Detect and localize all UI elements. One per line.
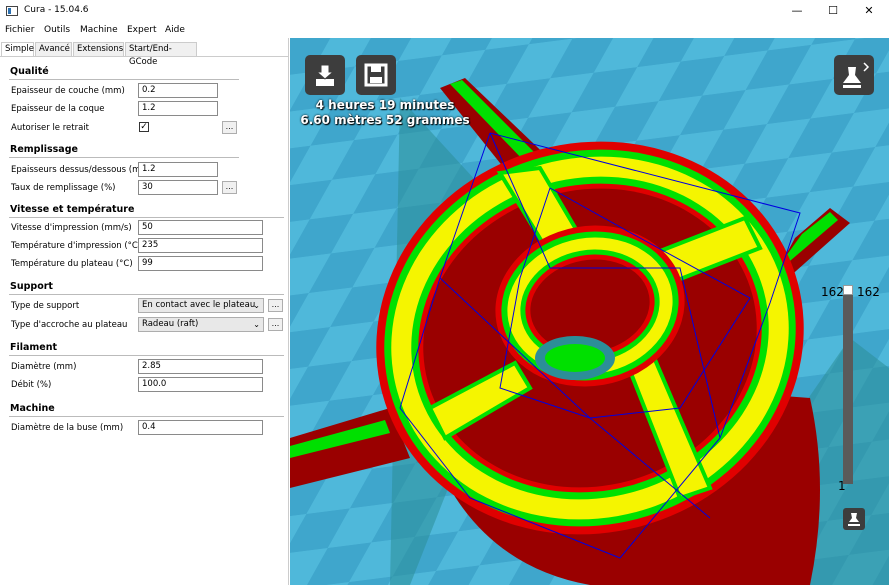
- print-speed-label: Vitesse d'impression (mm/s): [11, 223, 132, 233]
- shell-thickness-label: Epaisseur de la coque: [11, 104, 105, 114]
- fill-density-label: Taux de remplissage (%): [11, 183, 116, 193]
- view-mode-icon: [843, 62, 870, 88]
- retraction-settings-button[interactable]: ...: [222, 121, 237, 134]
- layer-view-icon: [848, 513, 860, 526]
- support-type-value: En contact avec le plateau: [142, 300, 256, 310]
- top-bottom-label: Epaisseurs dessus/dessous (mm): [11, 165, 152, 175]
- support-type-select[interactable]: En contact avec le plateau ⌄: [138, 298, 264, 313]
- section-title-remplissage: Remplissage: [10, 144, 78, 155]
- adhesion-type-select[interactable]: Radeau (raft) ⌄: [138, 317, 264, 332]
- menu-fichier[interactable]: Fichier: [5, 25, 34, 35]
- chevron-down-icon: ⌄: [253, 301, 260, 310]
- filament-diameter-label: Diamètre (mm): [11, 362, 77, 372]
- layer-min-label: 1: [838, 479, 846, 493]
- tab-start-end-gcode[interactable]: Start/End-GCode: [125, 42, 197, 67]
- section-divider: [9, 294, 284, 295]
- bed-temp-input[interactable]: 99: [138, 256, 263, 271]
- tab-avance[interactable]: Avancé: [35, 42, 72, 56]
- view-mode-button[interactable]: [834, 55, 874, 95]
- tab-extensions[interactable]: Extensions: [73, 42, 124, 56]
- save-gcode-icon: [364, 63, 388, 87]
- support-type-label: Type de support: [11, 301, 80, 311]
- material-usage-text: 6.60 mètres 52 grammes: [300, 113, 470, 127]
- layer-slider-handle[interactable]: [843, 285, 853, 295]
- adhesion-settings-button[interactable]: ...: [268, 318, 283, 331]
- menu-outils[interactable]: Outils: [44, 25, 70, 35]
- section-title-qualite: Qualité: [10, 66, 49, 77]
- maximize-button[interactable]: ☐: [816, 0, 850, 22]
- save-gcode-button[interactable]: [356, 55, 396, 95]
- nozzle-size-label: Diamètre de la buse (mm): [11, 423, 124, 433]
- layer-max-label-right: 162: [857, 285, 880, 299]
- print-time-text: 4 heures 19 minutes: [315, 98, 455, 112]
- simple-tab-content: Qualité Epaisseur de couche (mm) 0.2 Epa…: [0, 56, 288, 586]
- print-temp-input[interactable]: 235: [138, 238, 263, 253]
- section-title-vitesse: Vitesse et température: [10, 204, 135, 215]
- retraction-checkbox[interactable]: ✓: [139, 122, 149, 132]
- flow-input[interactable]: 100.0: [138, 377, 263, 392]
- layer-height-input[interactable]: 0.2: [138, 83, 218, 98]
- section-divider: [9, 217, 284, 218]
- section-divider: [9, 355, 284, 356]
- layer-view-button[interactable]: [843, 508, 865, 530]
- menu-aide[interactable]: Aide: [165, 25, 185, 35]
- nozzle-size-input[interactable]: 0.4: [138, 420, 263, 435]
- bed-temp-label: Température du plateau (°C): [11, 259, 133, 269]
- window-title: Cura - 15.04.6: [24, 5, 89, 15]
- section-title-machine: Machine: [10, 403, 55, 414]
- print-speed-input[interactable]: 50: [138, 220, 263, 235]
- section-title-support: Support: [10, 281, 53, 292]
- title-bar: Cura - 15.04.6 — ☐ ✕: [0, 0, 889, 22]
- top-bottom-input[interactable]: 1.2: [138, 162, 218, 177]
- tab-simple[interactable]: Simple: [1, 42, 34, 57]
- filament-diameter-input[interactable]: 2.85: [138, 359, 263, 374]
- load-model-icon: [315, 64, 335, 86]
- shell-thickness-input[interactable]: 1.2: [138, 101, 218, 116]
- section-divider: [9, 416, 284, 417]
- adhesion-type-label: Type d'accroche au plateau: [11, 320, 128, 330]
- fill-settings-button[interactable]: ...: [222, 181, 237, 194]
- section-title-filament: Filament: [10, 342, 58, 353]
- layer-max-label-left: 162: [821, 285, 844, 299]
- layer-height-label: Epaisseur de couche (mm): [11, 86, 125, 96]
- fill-density-input[interactable]: 30: [138, 180, 218, 195]
- load-model-button[interactable]: [305, 55, 345, 95]
- layer-slider-track[interactable]: [843, 286, 853, 484]
- support-settings-button[interactable]: ...: [268, 299, 283, 312]
- center-hole-layer: [545, 344, 605, 372]
- menu-bar: Fichier Outils Machine Expert Aide: [0, 22, 889, 38]
- flow-label: Débit (%): [11, 380, 52, 390]
- section-divider: [9, 157, 239, 158]
- adhesion-type-value: Radeau (raft): [142, 319, 199, 329]
- layer-viewport[interactable]: 4 heures 19 minutes 6.60 mètres 52 gramm…: [290, 38, 889, 585]
- close-button[interactable]: ✕: [852, 0, 886, 22]
- settings-panel: Simple Avancé Extensions Start/End-GCode…: [0, 38, 289, 585]
- menu-expert[interactable]: Expert: [127, 25, 157, 35]
- chevron-down-icon: ⌄: [253, 320, 260, 329]
- section-divider: [9, 79, 239, 80]
- menu-machine[interactable]: Machine: [80, 25, 118, 35]
- minimize-button[interactable]: —: [780, 0, 814, 22]
- app-icon: [6, 6, 18, 16]
- retraction-label: Autoriser le retrait: [11, 123, 90, 133]
- print-temp-label: Température d'impression (°C): [11, 241, 142, 251]
